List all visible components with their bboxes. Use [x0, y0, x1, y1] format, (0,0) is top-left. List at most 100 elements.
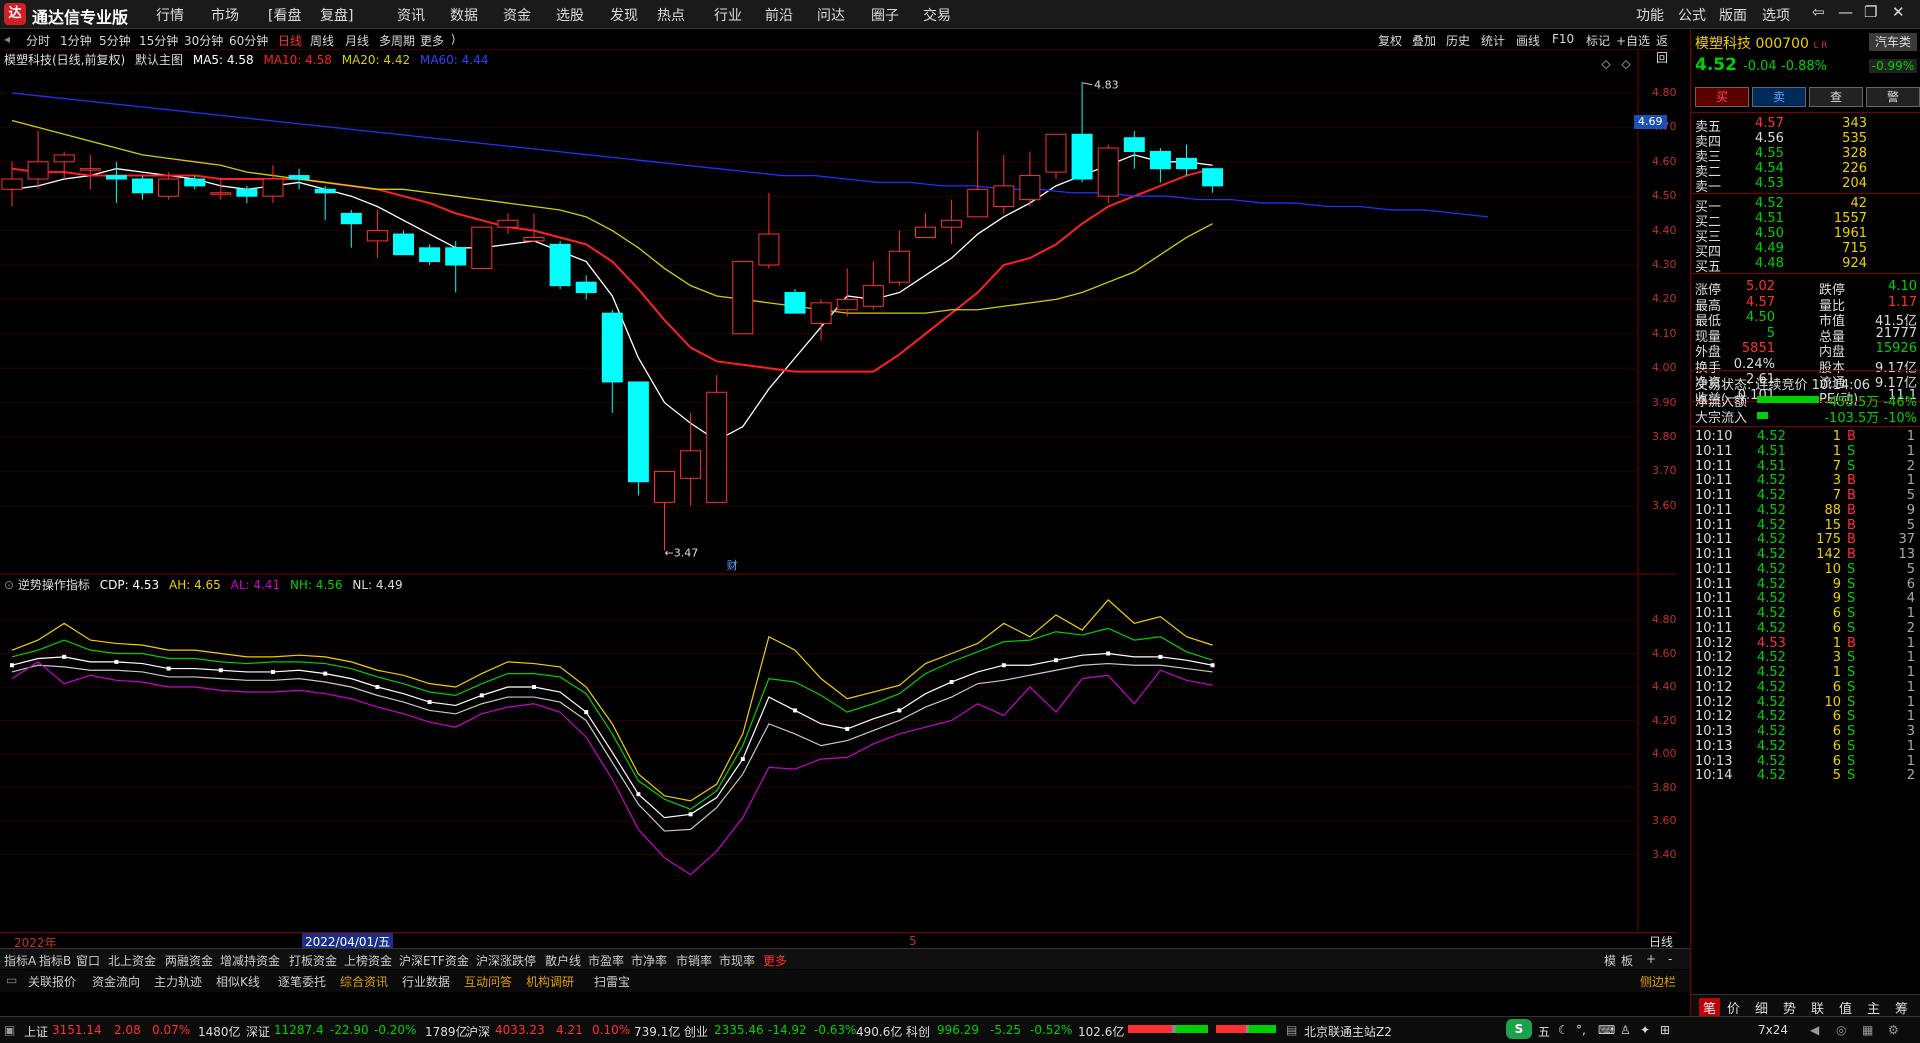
menu-item-3[interactable]: 复盘] — [320, 5, 353, 25]
sector-badge[interactable]: 汽车类 — [1869, 33, 1917, 51]
indicator-tab-7[interactable]: 上榜资金 — [344, 952, 392, 969]
indicator-tab-4[interactable]: 两融资金 — [165, 952, 213, 969]
toolbar-button-7[interactable]: +自选 — [1616, 32, 1650, 49]
ime-mode[interactable]: 五 — [1538, 1023, 1550, 1040]
menu-item-10[interactable]: 行业 — [714, 5, 742, 25]
keyboard-icon[interactable]: ⌨ — [1598, 1023, 1615, 1037]
alert-button[interactable]: 警 — [1866, 87, 1920, 107]
quote-tab-0[interactable]: 笔 — [1699, 998, 1721, 1017]
cy-index-name[interactable]: 创业 — [684, 1023, 708, 1040]
indicator-tab-3[interactable]: 北上资金 — [108, 952, 156, 969]
server-name[interactable]: 北京联通主站Z2 — [1304, 1023, 1392, 1040]
sidebar-toggle[interactable]: 侧边栏 — [1640, 973, 1676, 990]
kc-index-name[interactable]: 科创 — [906, 1023, 930, 1040]
menu-item-6[interactable]: 资金 — [503, 5, 531, 25]
period-tab-9[interactable]: 多周期 — [379, 32, 415, 49]
info-tab-1[interactable]: 资金流向 — [92, 973, 140, 990]
sh-index-name[interactable]: 上证 — [24, 1023, 48, 1040]
indicator-tab-12[interactable]: 市净率 — [631, 952, 667, 969]
right-menu-item-2[interactable]: 版面 — [1719, 5, 1747, 25]
info-tab-6[interactable]: 行业数据 — [402, 973, 450, 990]
quote-tab-4[interactable]: 联 — [1811, 998, 1824, 1017]
menu-item-14[interactable]: 交易 — [923, 5, 951, 25]
sz-index-name[interactable]: 深证 — [246, 1023, 270, 1040]
panel-control-2[interactable]: + — [1646, 952, 1656, 966]
indicator-tab-0[interactable]: 指标A — [4, 952, 36, 969]
indicator-tab-13[interactable]: 市销率 — [676, 952, 712, 969]
panel-control-1[interactable]: 板 — [1621, 952, 1633, 969]
punctuation-icon[interactable]: °, — [1576, 1023, 1586, 1037]
bid-row[interactable]: 买五 4.48 924 — [1691, 256, 1920, 275]
info-tab-4[interactable]: 逐笔委托 — [278, 973, 326, 990]
toolbar-button-6[interactable]: 标记 — [1586, 32, 1610, 49]
info-tab-5[interactable]: 综合资讯 — [340, 973, 388, 990]
layout-icon[interactable]: ▣ — [4, 1023, 15, 1037]
panel-control-0[interactable]: 模 — [1604, 952, 1616, 969]
quote-tab-2[interactable]: 细 — [1755, 998, 1768, 1017]
menu-item-0[interactable]: 行情 — [156, 5, 184, 25]
panel-toggle-icon[interactable]: ▭ — [6, 973, 17, 987]
quote-tab-5[interactable]: 值 — [1839, 998, 1852, 1017]
info-tab-2[interactable]: 主力轨迹 — [154, 973, 202, 990]
moon-icon[interactable]: ☾ — [1558, 1023, 1569, 1037]
ime-logo-icon[interactable]: S — [1506, 1019, 1532, 1039]
indicator-tab-9[interactable]: 沪深涨跌停 — [476, 952, 536, 969]
ask-row[interactable]: 卖一 4.53 204 — [1691, 176, 1920, 195]
info-tab-3[interactable]: 相似K线 — [216, 973, 260, 990]
back-icon[interactable]: ⇦ — [1812, 3, 1825, 21]
panel-control-3[interactable]: - — [1668, 952, 1672, 966]
period-tab-6[interactable]: 日线 — [278, 32, 302, 49]
info-tab-9[interactable]: 扫雷宝 — [594, 973, 630, 990]
menu-item-12[interactable]: 问达 — [817, 5, 845, 25]
query-button[interactable]: 查 — [1809, 87, 1863, 107]
period-tab-5[interactable]: 60分钟 — [229, 32, 268, 49]
period-tab-8[interactable]: 月线 — [345, 32, 369, 49]
restore-icon[interactable]: ❐ — [1864, 3, 1877, 21]
period-tab-0[interactable]: 分时 — [26, 32, 50, 49]
info-tab-7[interactable]: 互动问答 — [464, 973, 512, 990]
menu-item-7[interactable]: 选股 — [556, 5, 584, 25]
menu-item-11[interactable]: 前沿 — [765, 5, 793, 25]
toolbar-button-1[interactable]: 叠加 — [1412, 32, 1436, 49]
indicator-tab-10[interactable]: 散户线 — [545, 952, 581, 969]
indicator-tab-14[interactable]: 市现率 — [719, 952, 755, 969]
menu-item-5[interactable]: 数据 — [450, 5, 478, 25]
right-menu-item-1[interactable]: 公式 — [1678, 5, 1706, 25]
indicator-chart[interactable] — [0, 575, 1676, 932]
collapse-icon[interactable]: ◂ — [4, 32, 10, 46]
skin-icon[interactable]: ✦ — [1640, 1023, 1650, 1037]
indicator-tab-15[interactable]: 更多 — [763, 952, 787, 969]
menu-item-4[interactable]: 资讯 — [397, 5, 425, 25]
period-tab-7[interactable]: 周线 — [310, 32, 334, 49]
toolbar-button-3[interactable]: 统计 — [1481, 32, 1505, 49]
network-icon[interactable]: ▦ — [1862, 1023, 1873, 1037]
toolbar-button-5[interactable]: F10 — [1552, 32, 1574, 46]
user-icon[interactable]: ♙ — [1620, 1023, 1631, 1037]
indicator-tab-2[interactable]: 窗口 — [76, 952, 100, 969]
period-tab-4[interactable]: 30分钟 — [184, 32, 223, 49]
quote-tab-6[interactable]: 主 — [1867, 998, 1880, 1017]
hs-index-name[interactable]: 沪深 — [466, 1023, 490, 1040]
settings-icon[interactable]: ⚙ — [1888, 1023, 1899, 1037]
alert-icon[interactable]: ◎ — [1836, 1023, 1846, 1037]
more-chevron-icon[interactable]: ⟩ — [451, 32, 456, 46]
menu-item-9[interactable]: 热点 — [657, 5, 685, 25]
indicator-tab-8[interactable]: 沪深ETF资金 — [399, 952, 469, 969]
info-tab-0[interactable]: 关联报价 — [28, 973, 76, 990]
toolbar-button-0[interactable]: 复权 — [1378, 32, 1402, 49]
indicator-tab-11[interactable]: 市盈率 — [588, 952, 624, 969]
period-tab-3[interactable]: 15分钟 — [139, 32, 178, 49]
toolbar-button-4[interactable]: 画线 — [1516, 32, 1540, 49]
buy-button[interactable]: 买 — [1695, 87, 1749, 107]
quote-tab-7[interactable]: 筹 — [1895, 998, 1908, 1017]
period-tab-10[interactable]: 更多 — [420, 32, 444, 49]
indicator-tab-6[interactable]: 打板资金 — [289, 952, 337, 969]
speaker-icon[interactable]: ◀ — [1810, 1023, 1819, 1037]
indicator-tab-1[interactable]: 指标B — [39, 952, 71, 969]
sell-button[interactable]: 卖 — [1752, 87, 1806, 107]
quote-tab-3[interactable]: 势 — [1783, 998, 1796, 1017]
toolbar-button-2[interactable]: 历史 — [1446, 32, 1470, 49]
period-tab-2[interactable]: 5分钟 — [99, 32, 131, 49]
right-menu-item-3[interactable]: 选项 — [1762, 5, 1790, 25]
close-icon[interactable]: ✕ — [1892, 3, 1905, 21]
